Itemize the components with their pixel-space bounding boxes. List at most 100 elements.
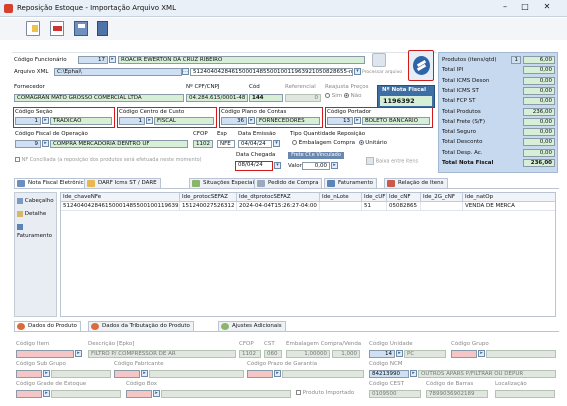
unidade-lookup-button[interactable]: ▸ [396, 350, 403, 357]
new-icon[interactable] [26, 21, 40, 36]
maximize-button[interactable]: □ [518, 2, 532, 14]
plano-contas-lookup-button[interactable]: ▸ [248, 117, 255, 124]
tab-situacoes-especiais[interactable]: Situações Especiais [189, 178, 261, 188]
embalagem-compra-radio[interactable] [292, 140, 297, 145]
fabricante-code-field[interactable] [114, 370, 140, 378]
table-header: Ide_chaveNFe Ide_protocSEFAZ Ide_dtprotocS… [61, 193, 555, 202]
column-header[interactable]: Ide_dtprotocSEFAZ [237, 193, 320, 202]
unidade-code-field[interactable]: 14 [369, 350, 395, 358]
emissao-label: Data Emissão [238, 131, 276, 137]
box-lookup-button[interactable]: ▸ [153, 390, 160, 397]
codigo-item-lookup-button[interactable]: ▸ [75, 350, 82, 357]
grupo-label: Código Grupo [451, 341, 489, 347]
centro-custo-lookup-button[interactable]: ▸ [146, 117, 153, 124]
save-icon[interactable] [74, 21, 88, 36]
table-cell [421, 202, 463, 211]
side-item-faturamento[interactable]: Faturamento [17, 223, 55, 239]
ncm-desc-field: OUTROS APARS P/FILTRAR OU DEPUR [418, 370, 556, 378]
grupo-code-field[interactable] [451, 350, 477, 358]
valor-field[interactable]: 0,00 [302, 162, 330, 170]
grade-code-field[interactable] [16, 390, 42, 398]
relacao-icon [387, 180, 395, 187]
column-header[interactable]: Ide_protocSEFAZ [180, 193, 237, 202]
column-header[interactable]: Ide_chaveNFe [61, 193, 180, 202]
xml-key-field[interactable]: 5124040428461500014855001001196392105082… [190, 68, 353, 76]
items-count-field: 1 [511, 56, 521, 64]
tab-ajustes-adicionais[interactable]: Ajustes Adicionais [218, 321, 286, 331]
portador-lookup-button[interactable]: ▸ [354, 117, 361, 124]
prazo-lookup-button[interactable]: ▸ [274, 370, 281, 377]
portador-code-field[interactable]: 13 [327, 117, 353, 125]
total-value-field: 0,00 [523, 66, 555, 75]
side-item-detalhe[interactable]: Detalhe [17, 210, 55, 219]
emissao-field[interactable]: 04/04/24 [238, 140, 272, 148]
tab-faturamento[interactable]: Faturamento [324, 178, 378, 188]
subgrupo-code-field[interactable] [16, 370, 42, 378]
secao-lookup-button[interactable]: ▸ [42, 117, 49, 124]
header-panel: Código Funcionário 17 ▸ ROACIR EWERTON D… [12, 50, 437, 173]
valor-lookup-button[interactable]: ▸ [331, 162, 338, 169]
emissao-calendar-button[interactable]: ▾ [273, 140, 280, 147]
xml-logo-button[interactable] [408, 50, 434, 81]
tab-dados-tributacao[interactable]: Dados da Tributação do Produto [88, 321, 194, 331]
detalhe-icon [17, 210, 23, 217]
subgrupo-lookup-button[interactable]: ▸ [43, 370, 50, 377]
embalagem-venda-field: 1,000 [332, 350, 360, 358]
column-header[interactable]: Ide_nLote [320, 193, 362, 202]
column-header[interactable]: Ide_2G_cNF [421, 193, 463, 202]
xml-path-field[interactable]: C:\Ephai\ [54, 68, 182, 76]
grade-lookup-button[interactable]: ▸ [43, 390, 50, 397]
tab-nota-fiscal-eletronica[interactable]: Nota Fiscal Eletrônica [14, 178, 92, 188]
xml-browse-button[interactable]: … [182, 68, 189, 75]
processar-arquivo-button[interactable]: Processar arquivo [362, 51, 402, 79]
tab-darf-icms[interactable]: DARF Icms ST / DARE [84, 178, 161, 188]
total-label: Total IPI [442, 67, 464, 74]
ncm-code-field[interactable]: 84213990 [369, 370, 409, 378]
exit-icon[interactable] [97, 21, 108, 36]
xml-label: Arquivo XML [14, 69, 49, 75]
operacao-code-field[interactable]: 9 [15, 140, 41, 148]
baixa-itens-button[interactable]: Baixa entre itens [366, 157, 418, 165]
nf-conciliada-checkbox[interactable]: NF Conciliada (a reposição dos produtos … [15, 157, 202, 163]
secao-code-field[interactable]: 1 [15, 117, 41, 125]
tab-dados-produto[interactable]: Dados do Produto [14, 321, 81, 331]
funcionario-code-field[interactable]: 17 [78, 56, 108, 64]
codigo-item-field[interactable] [16, 350, 74, 358]
valor-label: Valor [288, 163, 302, 169]
side-item-cabecalho[interactable]: Cabeçalho [17, 197, 55, 206]
plano-contas-code-field[interactable]: 36 [221, 117, 247, 125]
produto-importado-checkbox[interactable]: Produto Importado [296, 390, 354, 396]
chegada-calendar-button[interactable]: ▾ [274, 162, 281, 169]
fabricante-lookup-button[interactable]: ▸ [141, 370, 148, 377]
funcionario-lookup-button[interactable]: ▸ [109, 56, 116, 63]
prazo-code-field[interactable] [247, 370, 273, 378]
tab-pedido-compra[interactable]: Pedido de Compra [254, 178, 323, 188]
column-header[interactable]: Ide_cUF [362, 193, 387, 202]
xml-logo-icon [413, 56, 430, 75]
table-row[interactable]: 5124040428461500014855001001196392105082… [61, 202, 555, 211]
reajusta-nao-radio[interactable] [343, 93, 349, 98]
close-button[interactable]: ✕ [540, 2, 554, 14]
ncm-lookup-button[interactable]: ▸ [410, 370, 417, 377]
edit-icon[interactable] [50, 21, 64, 36]
reajusta-sim-radio[interactable] [325, 93, 330, 98]
operacao-lookup-button[interactable]: ▸ [42, 140, 49, 147]
total-label: Total ICMS Deson [442, 77, 490, 84]
processar-icon [372, 53, 386, 67]
box-code-field[interactable] [126, 390, 152, 398]
total-label: Total Produtos [442, 108, 481, 115]
tab-relacao-itens[interactable]: Relação de Itens [384, 178, 448, 188]
centro-custo-code-field[interactable]: 1 [119, 117, 145, 125]
xml-key-lookup-button[interactable]: ▾ [354, 68, 361, 75]
table-cell: 51 [362, 202, 387, 211]
column-header[interactable]: Ide_natOp [463, 193, 555, 202]
chegada-field[interactable]: 08/04/24 [235, 161, 273, 171]
minimize-button[interactable]: – [498, 2, 512, 14]
column-header[interactable]: Ide_cNF [387, 193, 421, 202]
ncm-label: Código NCM [369, 361, 403, 367]
reajusta-options: Sim Não [325, 93, 362, 99]
tributacao-icon [91, 323, 99, 330]
unitario-radio[interactable] [358, 140, 364, 145]
esp-field[interactable]: NFE [217, 140, 235, 148]
grupo-lookup-button[interactable]: ▸ [478, 350, 485, 357]
